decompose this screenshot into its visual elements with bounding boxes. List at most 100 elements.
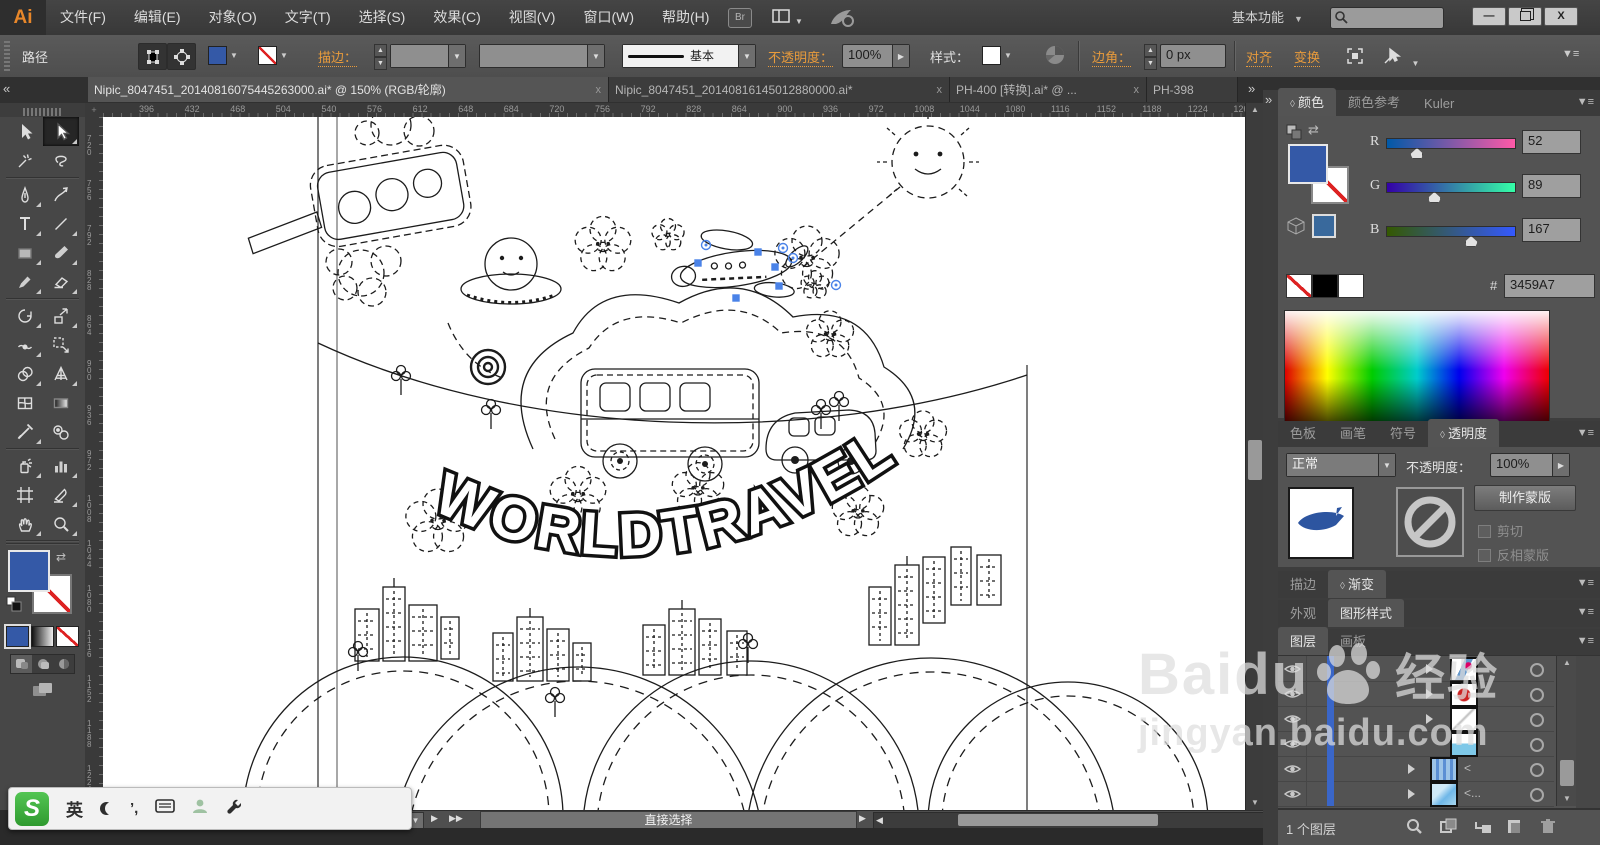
make-clipping-mask-icon[interactable]: [1440, 818, 1457, 838]
scroll-down-icon[interactable]: ▼: [1246, 796, 1264, 810]
vertical-scroll-thumb[interactable]: [1248, 440, 1262, 480]
menu-item-4[interactable]: 选择(S): [345, 0, 420, 35]
magic-wand-tool[interactable]: [7, 146, 43, 175]
menu-item-1[interactable]: 编辑(E): [120, 0, 195, 35]
menu-item-0[interactable]: 文件(F): [46, 0, 120, 35]
expand-triangle-icon[interactable]: [1426, 714, 1433, 724]
layer-row-0[interactable]: [1278, 656, 1554, 682]
panel-menu-icon[interactable]: ▼≡: [1577, 635, 1594, 647]
visibility-cell[interactable]: [1278, 756, 1307, 781]
hand-tool[interactable]: [7, 509, 43, 538]
punctuation-toggle[interactable]: ’,: [130, 800, 138, 817]
new-layer-icon[interactable]: [1506, 818, 1523, 838]
align-panel-link[interactable]: 对齐: [1246, 47, 1273, 67]
menu-item-3[interactable]: 文字(T): [271, 0, 345, 35]
panel-menu-icon[interactable]: ▼≡: [1577, 577, 1594, 589]
mesh-tool[interactable]: [7, 388, 43, 417]
none-mode-button[interactable]: [56, 626, 79, 647]
tab-swatches[interactable]: 色板: [1278, 419, 1328, 447]
document-tab-2[interactable]: PH-400 [转换].ai* @ ... x: [950, 77, 1147, 102]
layer-thumbnail[interactable]: [1430, 757, 1458, 782]
document-tab-3[interactable]: PH-398: [1147, 77, 1238, 102]
transform-panel-link[interactable]: 变换: [1294, 47, 1321, 67]
close-icon[interactable]: x: [1127, 84, 1147, 96]
last-artboard-icon[interactable]: ▶▶: [449, 813, 463, 824]
blend-tool[interactable]: [43, 417, 79, 446]
layer-thumbnail[interactable]: [1450, 707, 1478, 732]
app-logo[interactable]: Ai: [0, 0, 46, 35]
horizontal-ruler[interactable]: 396 432 468 504 540 576 612 648 684 720 756 792 828 8…: [103, 103, 1245, 118]
opacity-combo[interactable]: 100% ▶: [842, 44, 910, 68]
tab-kuler[interactable]: Kuler: [1412, 92, 1466, 116]
slider-thumb[interactable]: [1464, 236, 1478, 247]
visibility-cell[interactable]: [1278, 781, 1307, 806]
curvature-pen-tool[interactable]: [43, 180, 79, 209]
brush-definition-combo[interactable]: 基本 ▼: [622, 44, 756, 68]
stroke-weight-stepper[interactable]: ▲ ▼: [374, 44, 387, 70]
next-artboard-icon[interactable]: ▶: [431, 813, 438, 824]
panel-grip[interactable]: [4, 41, 10, 71]
visibility-cell[interactable]: [1278, 731, 1307, 756]
slider-thumb[interactable]: [1410, 148, 1424, 159]
corner-value-box[interactable]: 0 px: [1160, 44, 1226, 68]
layer-row-2[interactable]: [1278, 706, 1554, 732]
gradient-mode-button[interactable]: [31, 626, 54, 647]
workspace-switcher[interactable]: 基本功能 ▼: [1232, 0, 1303, 35]
black-swatch[interactable]: [1312, 274, 1338, 298]
vertical-scrollbar[interactable]: ▲ ▼: [1245, 103, 1264, 810]
channel-value-field[interactable]: 89: [1522, 174, 1581, 198]
free-transform-tool[interactable]: [43, 330, 79, 359]
lasso-tool[interactable]: [43, 146, 79, 175]
type-tool[interactable]: [7, 209, 43, 238]
corner-label[interactable]: 边角：: [1092, 47, 1132, 67]
document-tab-1[interactable]: Nipic_8047451_20140816145012880000.ai* x: [609, 77, 950, 102]
layer-thumbnail[interactable]: [1450, 657, 1478, 682]
layer-row-1[interactable]: [1278, 681, 1554, 707]
eraser-tool[interactable]: [43, 267, 79, 296]
color-mode-button[interactable]: [4, 624, 31, 649]
layers-scroll-thumb[interactable]: [1560, 760, 1574, 786]
slider-track[interactable]: [1386, 182, 1516, 193]
tab-graphic-styles[interactable]: 图形样式: [1328, 599, 1405, 627]
style-swatch-control[interactable]: ▼: [982, 46, 1012, 65]
visibility-cell[interactable]: [1278, 656, 1307, 681]
color-spectrum[interactable]: [1284, 310, 1550, 435]
pen-tool[interactable]: [7, 180, 43, 209]
channel-value-field[interactable]: 167: [1522, 218, 1581, 242]
user-icon[interactable]: [192, 798, 208, 819]
tab-appearance[interactable]: 外观: [1278, 599, 1328, 627]
opacity-combo[interactable]: 100% ▶: [1490, 453, 1570, 477]
symbol-sprayer-tool[interactable]: [7, 451, 43, 480]
moon-icon[interactable]: [100, 802, 113, 815]
zoom-tool[interactable]: [43, 509, 79, 538]
scale-tool[interactable]: [43, 301, 79, 330]
slider-track[interactable]: [1386, 138, 1516, 149]
stroke-weight-combo[interactable]: ▼: [390, 44, 466, 68]
gradient-tool[interactable]: [43, 388, 79, 417]
layer-row-4[interactable]: <: [1278, 756, 1554, 782]
vertical-ruler[interactable]: 7 2 0 7 5 6 7 9 2 8 2 8 8 6 4 9 0 0 9 3 6 9 7 2…: [85, 117, 104, 810]
locate-object-icon[interactable]: [1406, 818, 1423, 838]
draw-normal-button[interactable]: [11, 655, 32, 673]
visibility-cell[interactable]: [1278, 681, 1307, 706]
isolate-selection-icon[interactable]: [1344, 46, 1366, 71]
paintbrush-tool[interactable]: [43, 238, 79, 267]
column-graph-tool[interactable]: [43, 451, 79, 480]
cs-live-icon[interactable]: [828, 6, 854, 33]
layer-row-3[interactable]: [1278, 731, 1554, 757]
screen-mode-button[interactable]: [0, 682, 85, 698]
new-sublayer-icon[interactable]: [1474, 818, 1493, 838]
ruler-origin[interactable]: +: [85, 103, 104, 118]
expand-triangle-icon[interactable]: [1408, 764, 1415, 774]
layer-target-icon[interactable]: [1530, 688, 1544, 702]
layer-row-5[interactable]: <...: [1278, 781, 1554, 807]
tools-panel-header[interactable]: [0, 103, 85, 117]
eyedropper-tool[interactable]: [7, 417, 43, 446]
layer-thumbnail[interactable]: [1430, 782, 1458, 807]
soft-keyboard-icon[interactable]: [155, 799, 176, 818]
select-similar-icon[interactable]: ▼: [1382, 46, 1419, 71]
sogou-logo[interactable]: S: [15, 791, 49, 826]
scroll-down-icon[interactable]: ▼: [1557, 792, 1577, 806]
corner-stepper[interactable]: ▲ ▼: [1144, 44, 1157, 70]
make-mask-button[interactable]: 制作蒙版: [1474, 485, 1576, 511]
